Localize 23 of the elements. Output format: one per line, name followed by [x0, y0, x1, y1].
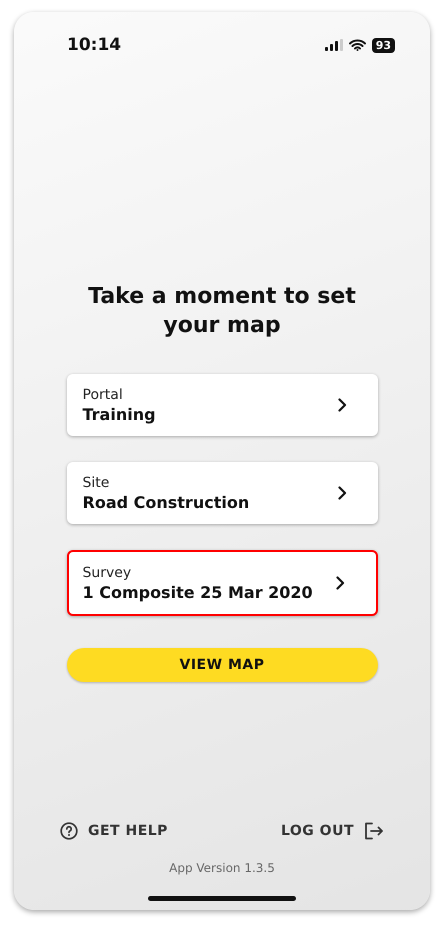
selector-card[interactable]: Site Road Construction [66, 462, 378, 524]
view-map-button[interactable]: VIEW MAP [66, 648, 378, 682]
log-out-link[interactable]: LOG OUT [280, 822, 384, 840]
logout-icon [364, 822, 384, 840]
signal-icon [324, 39, 343, 51]
card-label: Portal [82, 386, 124, 402]
help-icon [60, 822, 78, 840]
card-label: Site [82, 474, 110, 490]
app-version: App Version 1.3.5 [168, 861, 276, 875]
selector-card[interactable]: Survey 1 Composite 25 Mar 2020 [66, 550, 378, 616]
chevron-icon [338, 398, 346, 412]
selector-card[interactable]: Portal Training [66, 374, 378, 436]
chevron-icon [336, 576, 344, 590]
card-value: Road Construction [82, 492, 250, 512]
chevron-icon [338, 486, 346, 500]
battery-indicator: 93 [372, 38, 395, 52]
status-time: 10:14 [67, 35, 122, 55]
card-value: 1 Composite 25 Mar 2020 [82, 582, 313, 602]
get-help-link[interactable]: GET HELP [60, 822, 168, 840]
card-label: Survey [82, 564, 132, 580]
screen-title: Take a moment to set your map [87, 283, 357, 340]
wifi-icon [348, 39, 366, 51]
card-value: Training [82, 404, 156, 424]
